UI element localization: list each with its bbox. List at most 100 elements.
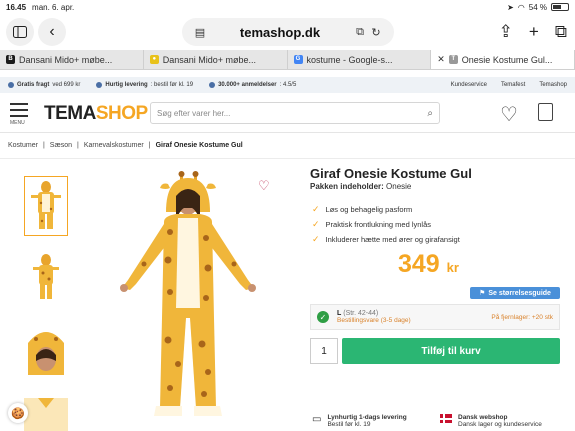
product-price: 349 kr xyxy=(398,250,459,279)
ruler-icon: ⚑ xyxy=(479,290,486,297)
reload-icon[interactable]: ↻ xyxy=(368,26,384,39)
giraffe-costume-back-thumbnail xyxy=(33,254,59,299)
status-time: 16.45 xyxy=(6,2,27,12)
size-value: L xyxy=(337,310,342,317)
usp-text: : 4.5/5 xyxy=(279,82,297,88)
tab-label: Onesie Kostume Gul... xyxy=(461,54,553,65)
breadcrumb-item[interactable]: Kostumer xyxy=(8,142,38,149)
cart-bag-icon[interactable] xyxy=(538,103,553,121)
new-tab-icon[interactable]: + xyxy=(529,22,539,42)
tab-label: kostume - Google-s... xyxy=(306,54,393,65)
giraffe-hood-thumbnail xyxy=(28,332,64,375)
status-bar: 16.45 man. 6. apr. ➤ ◠ 54 % xyxy=(0,0,575,14)
breadcrumb-separator: | xyxy=(76,142,79,149)
extensions-icon[interactable]: ⧉ xyxy=(352,26,368,39)
contents-value: Onesie xyxy=(386,182,412,191)
size-option-row[interactable]: ✓ L (Str. 42-44) Bestillingsvare (3-5 da… xyxy=(310,304,560,330)
feature-item: ✓ Løs og behagelig pasform xyxy=(312,202,460,217)
link-temashop[interactable]: Temashop xyxy=(539,82,567,88)
giraffe-detail-thumbnail xyxy=(24,398,68,431)
usp-bold: 30.000+ anmeldelser xyxy=(218,82,277,88)
usp-bar: Gratis fragt ved 699 kr Hurtig levering … xyxy=(0,77,575,93)
search-input[interactable]: Søg efter varer her... ⌕ xyxy=(150,102,440,124)
usp-item: Hurtig levering : bestil før kl. 19 xyxy=(96,82,193,88)
tab-1[interactable]: ● Dansani Mido+ møbe... xyxy=(144,50,288,69)
add-to-wishlist-heart-icon[interactable]: ♡ xyxy=(258,178,270,194)
logo-text-b: SHOP xyxy=(95,103,148,124)
product-main-image[interactable] xyxy=(100,168,280,431)
thumbnail-1[interactable] xyxy=(24,248,68,308)
tab-favicon-icon: ● xyxy=(149,55,159,64)
reader-icon[interactable]: ▤ xyxy=(192,26,208,39)
breadcrumb-current: Giraf Onesie Kostume Gul xyxy=(155,142,243,149)
tab-favicon-icon: T xyxy=(448,55,458,64)
tab-2[interactable]: G kostume - Google-s... xyxy=(288,50,432,69)
url-text: temashop.dk xyxy=(239,24,321,40)
thumbnail-0[interactable] xyxy=(24,176,68,236)
tab-0[interactable]: B Dansani Mido+ møbe... xyxy=(0,50,144,69)
size-guide-label: Se størrelsesguide xyxy=(488,289,551,297)
price-amount: 349 xyxy=(398,250,440,278)
tab-3[interactable]: ✕ T Onesie Kostume Gul... xyxy=(431,50,575,69)
tab-label: Dansani Mido+ møbe... xyxy=(162,54,257,65)
usp-text: : bestil før kl. 19 xyxy=(150,82,194,88)
logo[interactable]: TEMASHOP xyxy=(44,103,148,125)
cookie-icon: 🍪 xyxy=(11,407,25,420)
link-temafest[interactable]: Temafest xyxy=(501,82,525,88)
sidebar-toggle-button[interactable] xyxy=(6,18,34,46)
product-title: Giraf Onesie Kostume Gul xyxy=(310,166,472,181)
check-icon: ✓ xyxy=(312,204,320,214)
site-header: MENU TEMASHOP Søg efter varer her... ⌕ ♡ xyxy=(0,93,575,133)
wishlist-heart-icon[interactable]: ♡ xyxy=(500,102,518,127)
usp-bold: Hurtig levering xyxy=(105,82,148,88)
size-range: (Str. 42-44) xyxy=(343,310,379,317)
menu-button[interactable]: MENU xyxy=(10,103,28,126)
breadcrumb-separator: | xyxy=(148,142,151,149)
tab-favicon-icon: B xyxy=(6,55,15,64)
check-circle-icon: ✓ xyxy=(317,311,329,323)
breadcrumb-item[interactable]: Karnevalskostumer xyxy=(84,142,144,149)
back-button[interactable]: ‹ xyxy=(38,18,66,46)
thumbnail-2[interactable] xyxy=(24,320,68,380)
address-bar[interactable]: ▤ temashop.dk ⧉ ↻ xyxy=(182,18,394,46)
usp-text: ved 699 kr xyxy=(52,82,81,88)
size-guide-button[interactable]: ⚑ Se størrelsesguide xyxy=(470,287,560,299)
danish-flag-icon xyxy=(440,414,452,423)
size-label: L (Str. 42-44) xyxy=(337,310,411,317)
menu-label: MENU xyxy=(10,120,25,126)
tab-label: Dansani Mido+ møbe... xyxy=(19,54,113,65)
feature-item: ✓ Inkluderer hætte med ører og girafansi… xyxy=(312,232,460,247)
breadcrumb-separator: | xyxy=(42,142,45,149)
browser-toolbar: ‹ ▤ temashop.dk ⧉ ↻ ⇪ + ⧉ xyxy=(0,14,575,50)
danish-shop-usp: Dansk webshop Dansk lager og kundeservic… xyxy=(440,414,542,428)
battery-percent: 54 % xyxy=(528,2,547,12)
location-icon: ➤ xyxy=(507,2,514,12)
usp-title: Dansk webshop xyxy=(458,414,508,421)
link-kundeservice[interactable]: Kundeservice xyxy=(451,82,487,88)
thumbnail-3[interactable] xyxy=(24,398,68,431)
tab-overview-icon[interactable]: ⧉ xyxy=(555,22,567,42)
breadcrumb-item[interactable]: Sæson xyxy=(50,142,72,149)
cookie-settings-button[interactable]: 🍪 xyxy=(8,403,28,423)
usp-subtext: Bestil før kl. 19 xyxy=(327,421,371,428)
feature-text: Praktisk frontlukning med lynlås xyxy=(325,220,432,229)
giraffe-costume-thumbnail xyxy=(31,181,61,229)
chevron-left-icon: ‹ xyxy=(49,23,55,40)
share-icon[interactable]: ⇪ xyxy=(499,22,513,42)
close-tab-icon[interactable]: ✕ xyxy=(437,54,445,65)
feature-text: Løs og behagelig pasform xyxy=(325,205,413,214)
availability-text: Bestillingsvare (3-5 dage) xyxy=(337,317,411,324)
status-date: man. 6. apr. xyxy=(32,2,75,12)
quantity-input[interactable]: 1 xyxy=(310,338,338,364)
tab-favicon-icon: G xyxy=(293,55,303,64)
add-to-cart-button[interactable]: Tilføj til kurv xyxy=(342,338,560,364)
truck-icon xyxy=(8,82,14,88)
usp-item: 30.000+ anmeldelser : 4.5/5 xyxy=(209,82,296,88)
search-icon[interactable]: ⌕ xyxy=(427,108,433,119)
wifi-icon: ◠ xyxy=(517,2,525,12)
feature-list: ✓ Løs og behagelig pasform ✓ Praktisk fr… xyxy=(312,202,460,247)
star-icon xyxy=(209,82,216,88)
package-contents: Pakken indeholder: Onesie xyxy=(310,182,411,191)
feature-text: Inkluderer hætte med ører og girafansigt xyxy=(325,235,460,244)
tab-bar: B Dansani Mido+ møbe... ● Dansani Mido+ … xyxy=(0,50,575,70)
